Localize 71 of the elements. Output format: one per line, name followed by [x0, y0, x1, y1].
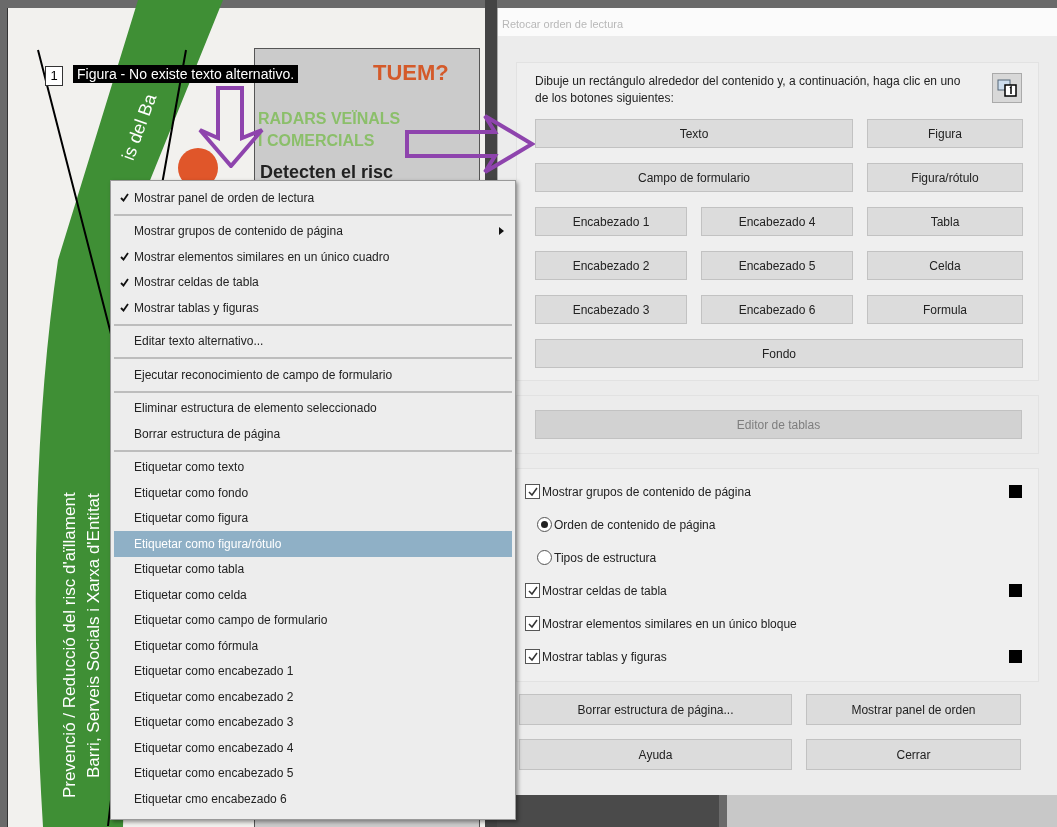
tag-button[interactable]: Texto — [535, 119, 853, 148]
tooltip: Figura - No existe texto alternativo. — [73, 65, 299, 83]
band-text: Barri, Serveis Socials i Xarxa d'Entitat — [84, 493, 104, 778]
menu-item[interactable]: Etiquetar como encabezado 3 — [114, 709, 512, 735]
menu-item[interactable]: Mostrar panel de orden de lectura — [114, 185, 512, 211]
tag-button[interactable]: Celda — [867, 251, 1023, 280]
menu-item[interactable]: Editar texto alternativo... — [114, 328, 512, 354]
radio-button[interactable] — [537, 550, 552, 565]
menu-item[interactable]: Etiquetar como figura — [114, 505, 512, 531]
menu-item[interactable]: Etiquetar como encabezado 4 — [114, 735, 512, 761]
option-label: Mostrar tablas y figuras — [542, 649, 668, 664]
window-title: Retocar orden de lectura — [502, 18, 624, 30]
tag-button[interactable]: Encabezado 2 — [535, 251, 687, 280]
dialog-button[interactable]: Borrar estructura de página... — [519, 694, 792, 725]
checkbox[interactable] — [525, 649, 540, 664]
check-icon — [119, 303, 129, 313]
tag-button[interactable]: Encabezado 6 — [701, 295, 853, 324]
check-icon — [119, 252, 129, 262]
option-label: Orden de contenido de página — [554, 517, 717, 532]
menu-item[interactable]: Mostrar grupos de contenido de página — [114, 218, 512, 244]
tag-button[interactable]: Campo de formulario — [535, 163, 853, 192]
instruction-text: Dibuje un rectángulo alrededor del contenido y, a continuación, haga clic en uno de los botones siguientes: — [535, 73, 962, 107]
menu-item[interactable]: Etiquetar como encabezado 2 — [114, 684, 512, 710]
menu-item[interactable]: Etiquetar cmo encabezado 6 — [114, 786, 512, 812]
menu-item[interactable]: Ejecutar reconocimiento de campo de formulario — [114, 362, 512, 388]
subheading: RADARS VEÏNALS I COMERCIALS — [258, 109, 401, 151]
dialog-button[interactable]: Cerrar — [806, 739, 1021, 770]
checkbox[interactable] — [525, 484, 540, 499]
color-swatch[interactable] — [1009, 584, 1022, 597]
tag-button[interactable]: Formula — [867, 295, 1023, 324]
check-icon — [119, 193, 129, 203]
check-icon — [119, 277, 129, 287]
menu-item[interactable]: Etiquetar como encabezado 5 — [114, 760, 512, 786]
menu-item[interactable]: Eliminar estructura de elemento seleccionado — [114, 395, 512, 421]
menu-item[interactable]: Etiquetar como fórmula — [114, 633, 512, 659]
dialog-button[interactable]: Ayuda — [519, 739, 792, 770]
tag-button[interactable]: Tabla — [867, 207, 1023, 236]
tag-button[interactable]: Encabezado 3 — [535, 295, 687, 324]
tag-button[interactable]: Encabezado 5 — [701, 251, 853, 280]
option-label: Mostrar celdas de tabla — [542, 583, 668, 598]
dialog-button[interactable]: Mostrar panel de orden — [806, 694, 1021, 725]
menu-item[interactable]: Etiquetar como texto — [114, 454, 512, 480]
option-label: Tipos de estructura — [554, 550, 658, 565]
checkbox[interactable] — [525, 583, 540, 598]
menu-item[interactable]: Etiquetar como encabezado 1 — [114, 658, 512, 684]
checkbox[interactable] — [525, 616, 540, 631]
menu-item[interactable]: Etiquetar como campo de formulario — [114, 607, 512, 633]
tag-button[interactable]: Encabezado 1 — [535, 207, 687, 236]
order-icon-button[interactable] — [992, 73, 1022, 103]
radio-button[interactable] — [537, 517, 552, 532]
tag-button[interactable]: Fondo — [535, 339, 1023, 368]
menu-item[interactable]: Etiquetar como fondo — [114, 480, 512, 506]
tag-button[interactable]: Figura/rótulo — [867, 163, 1023, 192]
tag-button[interactable]: Figura — [867, 119, 1023, 148]
menu-item[interactable]: Etiquetar como tabla — [114, 556, 512, 582]
band-text: is del Ba — [118, 91, 162, 164]
reorder-icon — [997, 79, 1017, 97]
order-badge: 1 — [45, 66, 63, 86]
band-text: Prevenció / Reducció del risc d'aïllament — [60, 492, 80, 798]
heading: TUEM? — [373, 60, 449, 86]
body-text: Detecten el risc — [260, 162, 394, 183]
color-swatch[interactable] — [1009, 650, 1022, 663]
menu-item[interactable]: Mostrar celdas de tabla — [114, 269, 512, 295]
menu-item[interactable]: Borrar estructura de página — [114, 421, 512, 447]
option-label: Mostrar elementos similares en un único bloque — [542, 616, 798, 631]
color-swatch[interactable] — [1009, 485, 1022, 498]
menu-item[interactable]: Mostrar tablas y figuras — [114, 295, 512, 321]
tag-button[interactable]: Encabezado 4 — [701, 207, 853, 236]
option-label: Mostrar grupos de contenido de página — [542, 484, 752, 499]
menu-item[interactable]: Etiquetar como celda — [114, 582, 512, 608]
menu-item[interactable]: Mostrar elementos similares en un único cuadro — [114, 244, 512, 270]
